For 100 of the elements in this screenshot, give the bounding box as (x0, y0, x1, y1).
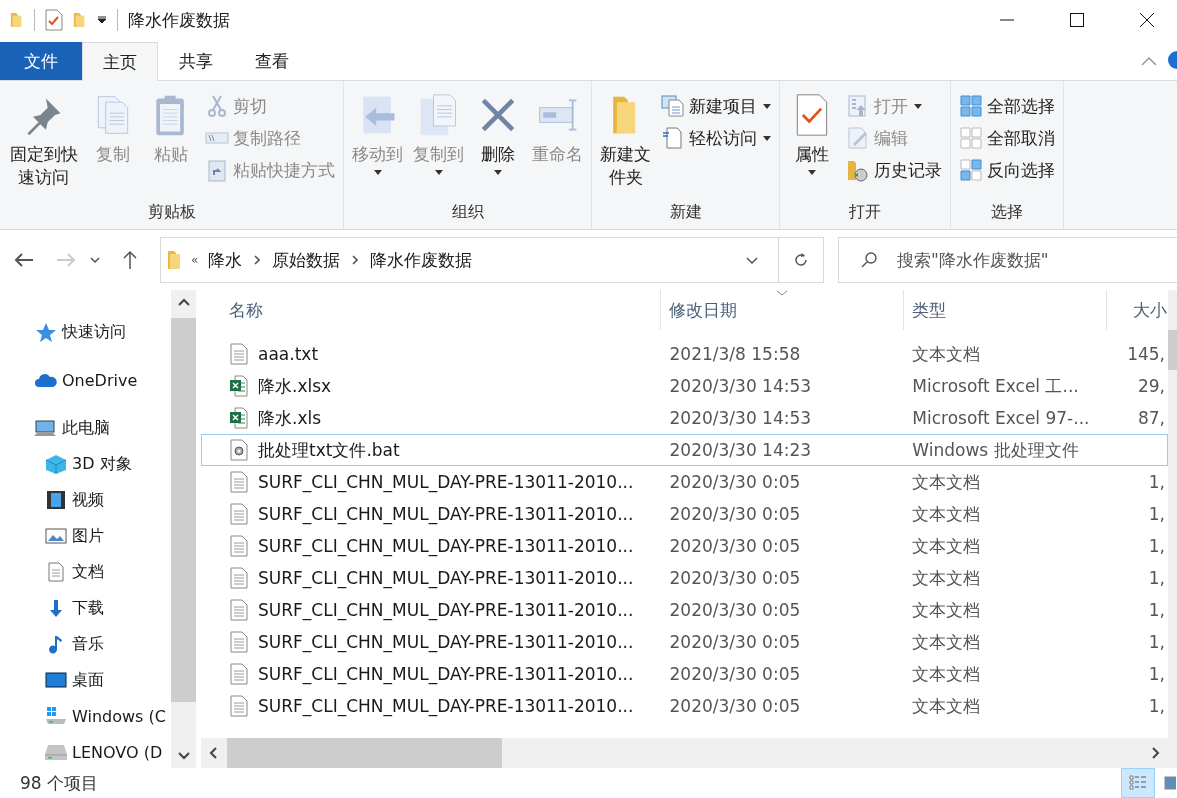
ribbon-button[interactable]: 反向选择 (955, 155, 1060, 185)
file-name: SURF_CLI_CHN_MUL_DAY-PRE-13011-2010... (258, 664, 634, 684)
modified-date: 2020/3/30 14:53 (668, 376, 813, 396)
sidebar-item[interactable]: 下载 (0, 590, 171, 626)
file-row[interactable]: 降水.xlsx 2020/3/30 14:53 Microsoft Excel 工... 29, (201, 370, 1168, 402)
file-row[interactable]: SURF_CLI_CHN_MUL_DAY-PRE-13011-2010... 2020/3/30 0:05 文本文档 1, (201, 562, 1168, 594)
sidebar-item[interactable]: 视频 (0, 482, 171, 518)
ribbon-tab[interactable]: 主页 (82, 42, 158, 81)
file-row[interactable]: SURF_CLI_CHN_MUL_DAY-PRE-13011-2010... 2020/3/30 0:05 文本文档 1, (201, 690, 1168, 722)
chevron-right-icon[interactable] (352, 255, 359, 265)
chevron-right-icon[interactable] (1152, 747, 1160, 759)
ribbon-tab[interactable]: 文件 (0, 42, 82, 80)
ribbon-button[interactable]: 全部取消 (955, 123, 1060, 153)
file-row[interactable]: SURF_CLI_CHN_MUL_DAY-PRE-13011-2010... 2020/3/30 0:05 文本文档 1, (201, 530, 1168, 562)
sidebar-item[interactable]: 桌面 (0, 662, 171, 698)
checkmark-document-icon[interactable] (45, 9, 63, 31)
modified-date: 2020/3/30 0:05 (668, 568, 802, 588)
folder-icon (167, 250, 181, 270)
sidebar-item[interactable]: 文档 (0, 554, 171, 590)
file-size: 1, (1148, 600, 1165, 620)
item-count: 98 个项目 (20, 771, 99, 795)
up-arrow-icon[interactable] (122, 250, 138, 270)
sidebar-item[interactable]: 此电脑 (0, 410, 171, 446)
file-row[interactable]: SURF_CLI_CHN_MUL_DAY-PRE-13011-2010... 2020/3/30 0:05 文本文档 1, (201, 498, 1168, 530)
file-row[interactable]: SURF_CLI_CHN_MUL_DAY-PRE-13011-2010... 2020/3/30 0:05 文本文档 1, (201, 658, 1168, 690)
chevron-down-icon[interactable] (90, 257, 100, 263)
sidebar-item[interactable]: 3D 对象 (0, 446, 171, 482)
file-size: 29, (1137, 376, 1165, 396)
file-row[interactable]: aaa.txt 2021/3/8 15:58 文本文档 145, (201, 338, 1168, 370)
file-type: 文本文档 (911, 502, 982, 526)
group-label: 新建 (668, 202, 703, 223)
ribbon-button[interactable]: 属性 (784, 85, 841, 202)
new-folder-button[interactable]: 新建文件夹 (596, 85, 656, 202)
column-header[interactable]: 类型 (904, 290, 1107, 330)
ribbon-button[interactable]: 历史记录 (842, 155, 947, 185)
file-icon (230, 663, 248, 685)
ribbon-button[interactable]: 新建项目 (657, 91, 776, 121)
file-row[interactable]: SURF_CLI_CHN_MUL_DAY-PRE-13011-2010... 2020/3/30 0:05 文本文档 1, (201, 594, 1168, 626)
file-name: 降水.xlsx (258, 374, 332, 398)
file-name: SURF_CLI_CHN_MUL_DAY-PRE-13011-2010... (258, 696, 634, 716)
file-type: 文本文档 (911, 566, 982, 590)
modified-date: 2020/3/30 14:53 (668, 408, 813, 428)
chevron-down-icon[interactable] (746, 256, 758, 264)
modified-date: 2020/3/30 0:05 (668, 504, 802, 524)
chevron-right-icon[interactable] (254, 255, 261, 265)
close-icon[interactable] (1139, 12, 1155, 28)
file-icon (230, 599, 248, 621)
caret-icon[interactable] (97, 16, 107, 24)
file-type: Microsoft Excel 工... (911, 374, 1080, 398)
back-arrow-icon[interactable] (14, 252, 34, 268)
computer-icon (34, 418, 58, 438)
file-name: aaa.txt (258, 344, 319, 364)
file-type: 文本文档 (911, 598, 982, 622)
column-header[interactable]: 名称 (201, 290, 661, 330)
file-icon (230, 695, 248, 717)
chevron-up-icon[interactable] (177, 298, 190, 306)
scrollbar[interactable] (171, 290, 196, 768)
ribbon-button[interactable]: 轻松访问 (657, 123, 776, 153)
ribbon-button[interactable]: 固定到快速访问 (4, 85, 84, 202)
ribbon-button[interactable]: 全部选择 (955, 91, 1060, 121)
file-row[interactable]: SURF_CLI_CHN_MUL_DAY-PRE-13011-2010... 2020/3/30 0:05 文本文档 1, (201, 466, 1168, 498)
breadcrumb-item[interactable]: 原始数据 (272, 248, 341, 272)
column-header[interactable]: 修改日期 (661, 290, 904, 330)
sidebar-item[interactable]: 图片 (0, 518, 171, 554)
chevron-down-icon[interactable] (177, 752, 190, 760)
sort-chevron-icon[interactable] (776, 290, 788, 296)
file-size: 1, (1148, 536, 1165, 556)
file-name: SURF_CLI_CHN_MUL_DAY-PRE-13011-2010... (258, 472, 634, 492)
collapse-icon[interactable] (1141, 56, 1157, 66)
file-type: Windows 批处理文件 (911, 438, 1080, 462)
column-header[interactable]: 大小 (1107, 290, 1167, 330)
file-type: 文本文档 (911, 694, 982, 718)
maximize-icon[interactable] (1069, 12, 1085, 28)
ribbon-button[interactable]: 删除 (470, 85, 527, 202)
file-icon (230, 343, 248, 365)
sidebar-item[interactable]: OneDrive (0, 362, 171, 398)
file-row[interactable]: 批处理txt文件.bat 2020/3/30 14:23 Windows 批处理文件 (201, 434, 1168, 466)
scrollbar[interactable] (1168, 290, 1177, 768)
sidebar-item[interactable]: 音乐 (0, 626, 171, 662)
breadcrumb-item[interactable]: 降水 (208, 248, 243, 272)
breadcrumb-item[interactable]: 降水作废数据 (370, 248, 473, 272)
modified-date: 2021/3/8 15:58 (668, 344, 802, 364)
file-row[interactable]: SURF_CLI_CHN_MUL_DAY-PRE-13011-2010... 2020/3/30 0:05 文本文档 1, (201, 626, 1168, 658)
file-size: 87, (1137, 408, 1165, 428)
file-icon (230, 503, 248, 525)
modified-date: 2020/3/30 0:05 (668, 536, 802, 556)
sidebar-item[interactable]: 快速访问 (0, 314, 171, 350)
file-size: 1, (1148, 664, 1165, 684)
overflow-chevron[interactable]: « (191, 253, 199, 267)
file-size: 1, (1148, 472, 1165, 492)
file-row[interactable]: 降水.xls 2020/3/30 14:53 Microsoft Excel 97-... 87, (201, 402, 1168, 434)
modified-date: 2020/3/30 0:05 (668, 472, 802, 492)
sidebar-item[interactable]: Windows (C (0, 698, 171, 734)
file-icon (230, 535, 248, 557)
search-field[interactable]: 搜索"降水作废数据" (838, 237, 1177, 283)
address-bar[interactable]: « 降水 原始数据 降水作废数据 (160, 237, 824, 283)
refresh-icon[interactable] (793, 252, 809, 268)
scrollbar[interactable] (201, 738, 1168, 768)
chevron-left-icon[interactable] (209, 747, 217, 759)
sidebar-item[interactable]: LENOVO (D (0, 734, 171, 768)
